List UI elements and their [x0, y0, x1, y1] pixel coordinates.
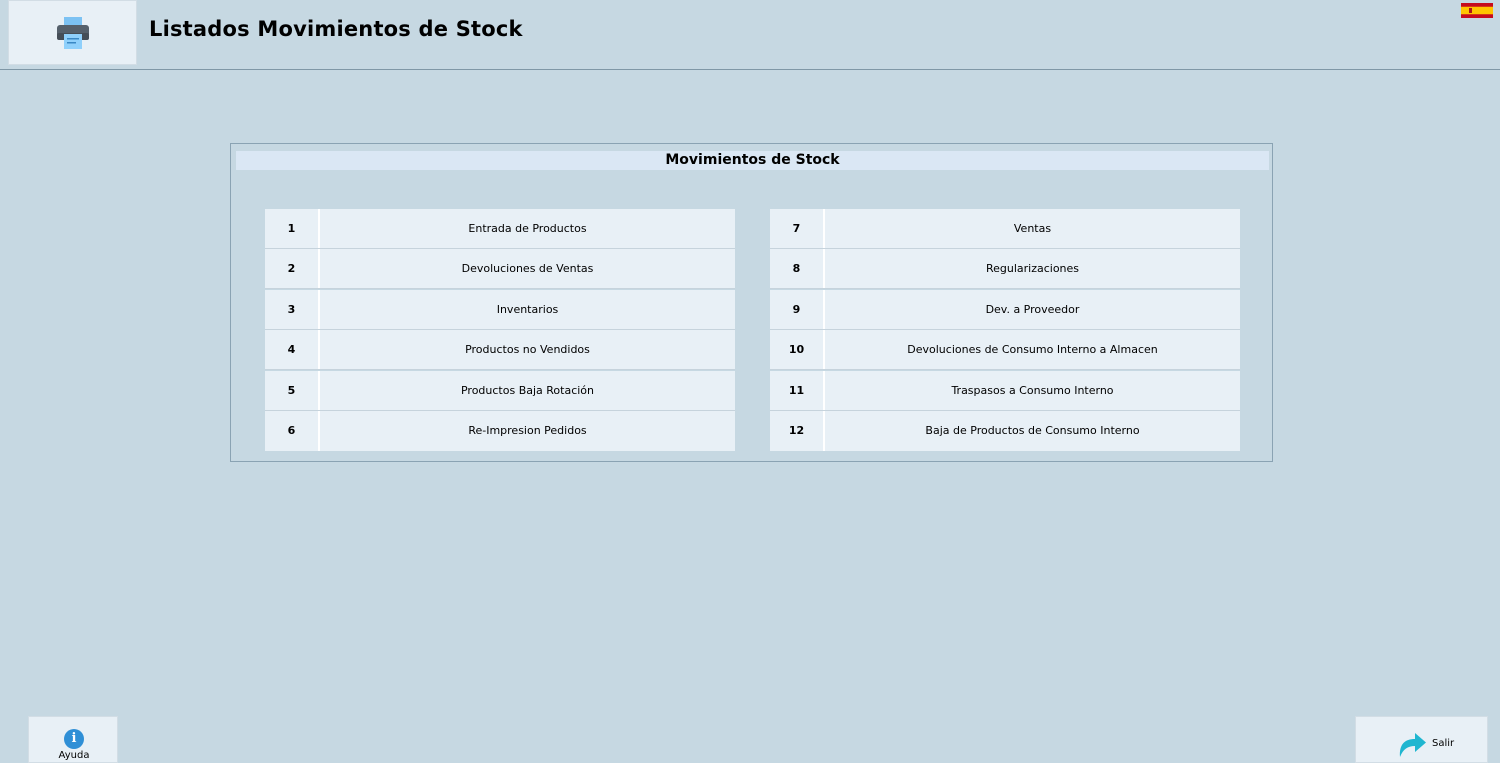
header-bar: Listados Movimientos de Stock: [0, 0, 1500, 70]
report-number: 10: [770, 330, 825, 370]
report-number: 6: [265, 410, 320, 451]
report-item-2[interactable]: 2 Devoluciones de Ventas: [265, 249, 735, 290]
report-item-7[interactable]: 7 Ventas: [770, 209, 1240, 249]
report-label: Dev. a Proveedor: [985, 302, 1080, 316]
report-label: Entrada de Productos: [468, 222, 587, 235]
report-label: Inventarios: [496, 302, 559, 316]
help-label: Ayuda: [58, 750, 90, 761]
report-number: 4: [265, 330, 320, 370]
report-number: 7: [770, 209, 825, 248]
report-item-11[interactable]: 11 Traspasos a Consumo Interno: [770, 370, 1240, 411]
exit-label: Salir: [1432, 738, 1455, 749]
info-icon: i: [64, 729, 84, 749]
left-report-list: 1 Entrada de Productos 2 Devoluciones de…: [265, 209, 735, 451]
print-button[interactable]: [8, 0, 137, 65]
report-item-3[interactable]: 3 Inventarios: [265, 289, 735, 330]
report-label: Ventas: [1013, 222, 1052, 235]
report-label: Productos Baja Rotación: [460, 383, 595, 397]
report-label: Productos no Vendidos: [465, 343, 590, 357]
report-item-12[interactable]: 12 Baja de Productos de Consumo Interno: [770, 410, 1240, 451]
exit-arrow-icon: [1399, 733, 1426, 757]
page-title: Listados Movimientos de Stock: [149, 17, 523, 41]
report-item-10[interactable]: 10 Devoluciones de Consumo Interno a Alm…: [770, 330, 1240, 371]
report-item-9[interactable]: 9 Dev. a Proveedor: [770, 289, 1240, 330]
exit-button[interactable]: Salir: [1355, 716, 1488, 763]
report-label: Regularizaciones: [985, 262, 1080, 276]
report-number: 2: [265, 249, 320, 289]
panel-title: Movimientos de Stock: [236, 151, 1269, 170]
report-number: 5: [265, 370, 320, 410]
report-number: 12: [770, 410, 825, 451]
report-label: Re-Impresion Pedidos: [468, 424, 587, 438]
report-label: Devoluciones de Consumo Interno a Almace…: [907, 343, 1158, 357]
report-item-8[interactable]: 8 Regularizaciones: [770, 249, 1240, 290]
report-label: Devoluciones de Ventas: [461, 262, 594, 276]
report-number: 1: [265, 209, 320, 248]
help-button[interactable]: i Ayuda: [28, 716, 118, 763]
report-item-6[interactable]: 6 Re-Impresion Pedidos: [265, 410, 735, 451]
stock-movements-panel: Movimientos de Stock 1 Entrada de Produc…: [230, 143, 1273, 462]
report-item-5[interactable]: 5 Productos Baja Rotación: [265, 370, 735, 411]
report-item-1[interactable]: 1 Entrada de Productos: [265, 209, 735, 249]
report-number: 9: [770, 289, 825, 329]
report-label: Traspasos a Consumo Interno: [951, 383, 1114, 397]
right-report-list: 7 Ventas 8 Regularizaciones 9 Dev. a Pro…: [770, 209, 1240, 451]
report-number: 11: [770, 370, 825, 410]
report-item-4[interactable]: 4 Productos no Vendidos: [265, 330, 735, 371]
report-label: Baja de Productos de Consumo Interno: [925, 424, 1140, 438]
printer-icon: [56, 16, 89, 49]
report-number: 3: [265, 289, 320, 329]
spain-flag-icon[interactable]: [1461, 3, 1493, 18]
report-number: 8: [770, 249, 825, 289]
